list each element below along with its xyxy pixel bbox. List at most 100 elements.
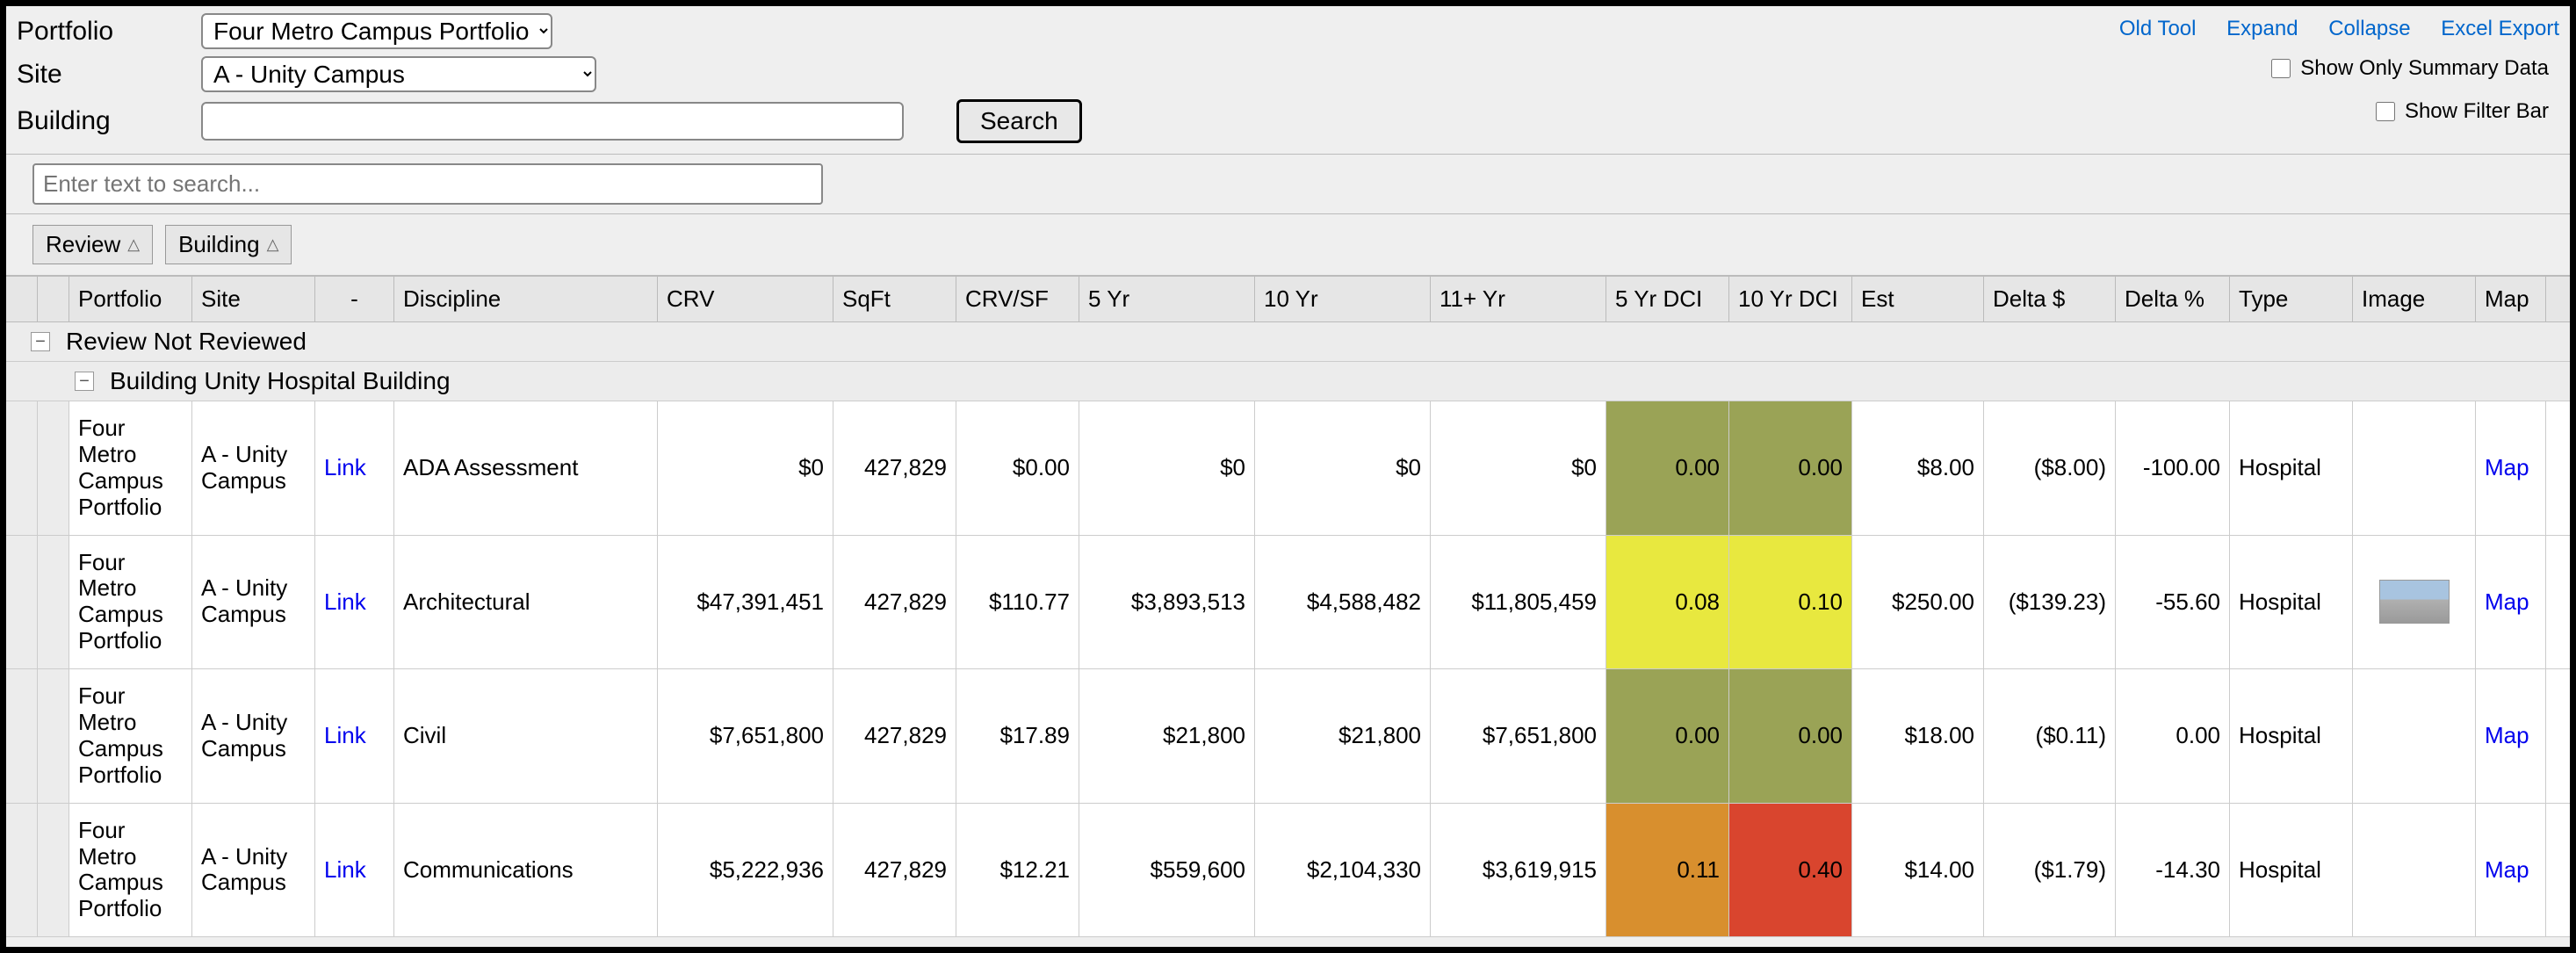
- group-chip-review[interactable]: Review △: [32, 225, 153, 264]
- grid-search-input[interactable]: [32, 163, 823, 205]
- group-row-review[interactable]: − Review Not Reviewed: [6, 322, 2570, 362]
- cell-discipline: ADA Assessment: [394, 401, 658, 535]
- header-image[interactable]: Image: [2353, 277, 2476, 321]
- cell-type: Hospital: [2230, 536, 2353, 669]
- cell-crv: $7,651,800: [658, 669, 833, 803]
- header-crv[interactable]: CRV: [658, 277, 833, 321]
- cell-link[interactable]: Link: [315, 401, 394, 535]
- portfolio-label: Portfolio: [17, 17, 201, 47]
- cell-5yr: $559,600: [1079, 804, 1255, 937]
- cell-crv: $5,222,936: [658, 804, 833, 937]
- cell-discipline: Architectural: [394, 536, 658, 669]
- group-row-review-label: Review Not Reviewed: [66, 328, 307, 356]
- cell-portfolio: Four Metro Campus Portfolio: [69, 804, 192, 937]
- cell-delta: ($139.23): [1984, 536, 2116, 669]
- header-5dci[interactable]: 5 Yr DCI: [1606, 277, 1729, 321]
- detail-link[interactable]: Link: [324, 454, 366, 481]
- detail-link[interactable]: Link: [324, 722, 366, 749]
- search-button[interactable]: Search: [956, 99, 1082, 143]
- header-est[interactable]: Est: [1852, 277, 1984, 321]
- header-crvsf[interactable]: CRV/SF: [956, 277, 1079, 321]
- cell-delta: ($1.79): [1984, 804, 2116, 937]
- detail-link[interactable]: Link: [324, 856, 366, 884]
- cell-image: [2353, 804, 2476, 937]
- cell-11yr: $3,619,915: [1431, 804, 1606, 937]
- grid-search-region: [6, 155, 2570, 214]
- cell-type: Hospital: [2230, 804, 2353, 937]
- header-indent0: [6, 277, 38, 321]
- header-site[interactable]: Site: [192, 277, 315, 321]
- show-summary-checkbox[interactable]: [2271, 59, 2291, 78]
- cell-site: A - Unity Campus: [192, 804, 315, 937]
- site-select[interactable]: A - Unity Campus: [201, 56, 596, 92]
- cell-5yr-dci: 0.00: [1606, 669, 1729, 803]
- group-chip-building[interactable]: Building △: [165, 225, 292, 264]
- cell-10yr: $21,800: [1255, 669, 1431, 803]
- header-portfolio[interactable]: Portfolio: [69, 277, 192, 321]
- cell-portfolio: Four Metro Campus Portfolio: [69, 401, 192, 535]
- cell-image: [2353, 536, 2476, 669]
- header-10yr[interactable]: 10 Yr: [1255, 277, 1431, 321]
- cell-map[interactable]: Map: [2476, 401, 2546, 535]
- show-summary-label: Show Only Summary Data: [2300, 56, 2549, 81]
- cell-map[interactable]: Map: [2476, 669, 2546, 803]
- cell-site: A - Unity Campus: [192, 669, 315, 803]
- cell-10yr-dci: 0.40: [1729, 804, 1852, 937]
- cell-5yr-dci: 0.11: [1606, 804, 1729, 937]
- row-indent1: [38, 804, 69, 937]
- cell-link[interactable]: Link: [315, 536, 394, 669]
- cell-image: [2353, 669, 2476, 803]
- map-link[interactable]: Map: [2485, 588, 2529, 616]
- cell-11yr: $7,651,800: [1431, 669, 1606, 803]
- header-deltapct[interactable]: Delta %: [2116, 277, 2230, 321]
- cell-10yr: $0: [1255, 401, 1431, 535]
- cell-type: Hospital: [2230, 669, 2353, 803]
- cell-crv: $0: [658, 401, 833, 535]
- building-thumbnail[interactable]: [2379, 580, 2450, 624]
- header-type[interactable]: Type: [2230, 277, 2353, 321]
- header-delta[interactable]: Delta $: [1984, 277, 2116, 321]
- cell-crvsf: $17.89: [956, 669, 1079, 803]
- header-link[interactable]: -: [315, 277, 394, 321]
- group-panel: Review △ Building △: [6, 214, 2570, 276]
- collapse-icon[interactable]: −: [75, 372, 94, 391]
- table-row: Four Metro Campus PortfolioA - Unity Cam…: [6, 536, 2570, 670]
- map-link[interactable]: Map: [2485, 454, 2529, 481]
- cell-crvsf: $110.77: [956, 536, 1079, 669]
- header-discipline[interactable]: Discipline: [394, 277, 658, 321]
- cell-deltapct: -55.60: [2116, 536, 2230, 669]
- cell-10yr-dci: 0.00: [1729, 401, 1852, 535]
- row-indent0: [6, 536, 38, 669]
- cell-5yr: $21,800: [1079, 669, 1255, 803]
- cell-deltapct: -100.00: [2116, 401, 2230, 535]
- sort-asc-icon: △: [267, 235, 279, 254]
- group-row-building[interactable]: − Building Unity Hospital Building: [6, 362, 2570, 401]
- collapse-icon[interactable]: −: [31, 332, 50, 351]
- map-link[interactable]: Map: [2485, 722, 2529, 749]
- map-link[interactable]: Map: [2485, 856, 2529, 884]
- grid-header: Portfolio Site - Discipline CRV SqFt CRV…: [6, 276, 2570, 322]
- filter-panel: Old Tool Expand Collapse Excel Export Po…: [6, 6, 2570, 155]
- cell-link[interactable]: Link: [315, 804, 394, 937]
- header-10dci[interactable]: 10 Yr DCI: [1729, 277, 1852, 321]
- header-map[interactable]: Map: [2476, 277, 2546, 321]
- cell-type: Hospital: [2230, 401, 2353, 535]
- group-chip-review-label: Review: [46, 231, 120, 258]
- detail-link[interactable]: Link: [324, 588, 366, 616]
- portfolio-select[interactable]: Four Metro Campus Portfolio: [201, 13, 552, 49]
- header-11yr[interactable]: 11+ Yr: [1431, 277, 1606, 321]
- cell-5yr: $0: [1079, 401, 1255, 535]
- cell-map[interactable]: Map: [2476, 804, 2546, 937]
- cell-site: A - Unity Campus: [192, 401, 315, 535]
- building-input[interactable]: [201, 102, 904, 141]
- show-filterbar-checkbox[interactable]: [2376, 102, 2395, 121]
- cell-portfolio: Four Metro Campus Portfolio: [69, 669, 192, 803]
- cell-11yr: $0: [1431, 401, 1606, 535]
- cell-map[interactable]: Map: [2476, 536, 2546, 669]
- cell-sqft: 427,829: [833, 401, 956, 535]
- cell-sqft: 427,829: [833, 804, 956, 937]
- sort-asc-icon: △: [127, 235, 140, 254]
- header-sqft[interactable]: SqFt: [833, 277, 956, 321]
- cell-link[interactable]: Link: [315, 669, 394, 803]
- header-5yr[interactable]: 5 Yr: [1079, 277, 1255, 321]
